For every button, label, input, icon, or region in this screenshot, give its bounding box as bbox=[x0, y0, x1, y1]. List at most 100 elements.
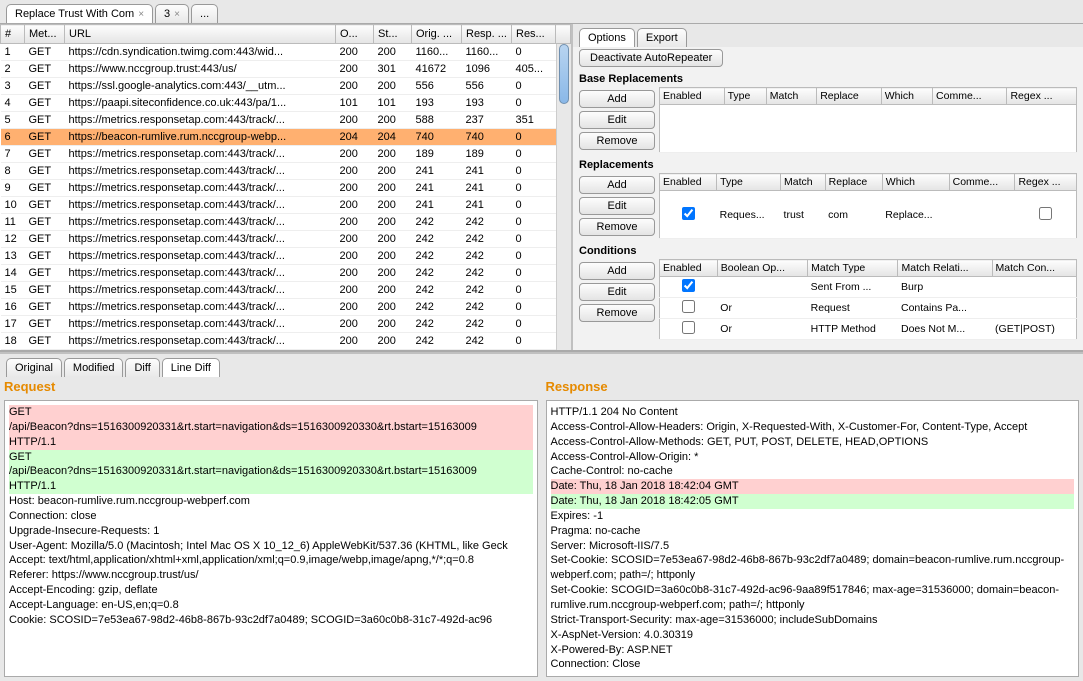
log-header[interactable]: # bbox=[1, 25, 25, 44]
col-header[interactable]: Type bbox=[724, 88, 766, 105]
col-header[interactable]: Comme... bbox=[933, 88, 1007, 105]
checkbox[interactable] bbox=[682, 207, 695, 220]
table-row[interactable]: 10GEThttps://metrics.responsetap.com:443… bbox=[1, 197, 571, 214]
cell: 200 bbox=[336, 180, 374, 197]
cell: GET bbox=[25, 146, 65, 163]
col-header[interactable]: Enabled bbox=[660, 174, 717, 191]
diff-tab-original[interactable]: Original bbox=[6, 358, 62, 377]
table-row[interactable]: 11GEThttps://metrics.responsetap.com:443… bbox=[1, 214, 571, 231]
config-tab-export[interactable]: Export bbox=[637, 28, 687, 47]
base-remove-button[interactable]: Remove bbox=[579, 132, 655, 150]
log-header[interactable]: Met... bbox=[25, 25, 65, 44]
top-tab-2[interactable]: ... bbox=[191, 4, 218, 23]
col-header[interactable]: Regex ... bbox=[1015, 174, 1077, 191]
repl-edit-button[interactable]: Edit bbox=[579, 197, 655, 215]
log-scrollbar[interactable] bbox=[556, 44, 571, 350]
col-header[interactable]: Regex ... bbox=[1007, 88, 1077, 105]
cond-remove-button[interactable]: Remove bbox=[579, 304, 655, 322]
col-header[interactable]: Boolean Op... bbox=[717, 260, 807, 277]
table-row[interactable]: 4GEThttps://paapi.siteconfidence.co.uk:4… bbox=[1, 95, 571, 112]
log-header[interactable]: Res... bbox=[512, 25, 556, 44]
response-diff-view[interactable]: HTTP/1.1 204 No ContentAccess-Control-Al… bbox=[546, 400, 1080, 677]
cell: 200 bbox=[336, 333, 374, 350]
cell: 7 bbox=[1, 146, 25, 163]
diff-line: /api/Beacon?dns=1516300920331&rt.start=n… bbox=[9, 464, 533, 479]
col-header[interactable]: Enabled bbox=[660, 88, 725, 105]
table-row[interactable]: 13GEThttps://metrics.responsetap.com:443… bbox=[1, 248, 571, 265]
table-row[interactable]: 16GEThttps://metrics.responsetap.com:443… bbox=[1, 299, 571, 316]
cell: https://cdn.syndication.twimg.com:443/wi… bbox=[65, 44, 336, 61]
cell: 241 bbox=[412, 180, 462, 197]
col-header[interactable]: Match bbox=[766, 88, 816, 105]
top-tab-0[interactable]: Replace Trust With Com× bbox=[6, 4, 153, 23]
col-header[interactable]: Match bbox=[781, 174, 826, 191]
cell: 2 bbox=[1, 61, 25, 78]
table-row[interactable]: 8GEThttps://metrics.responsetap.com:443/… bbox=[1, 163, 571, 180]
cell: https://metrics.responsetap.com:443/trac… bbox=[65, 146, 336, 163]
table-row[interactable]: 14GEThttps://metrics.responsetap.com:443… bbox=[1, 265, 571, 282]
checkbox[interactable] bbox=[682, 321, 695, 334]
log-header[interactable]: Orig. ... bbox=[412, 25, 462, 44]
top-tab-1[interactable]: 3× bbox=[155, 4, 189, 23]
cond-add-button[interactable]: Add bbox=[579, 262, 655, 280]
table-row[interactable]: 15GEThttps://metrics.responsetap.com:443… bbox=[1, 282, 571, 299]
cell: HTTP Method bbox=[808, 319, 898, 340]
log-header[interactable]: URL bbox=[65, 25, 336, 44]
close-icon[interactable]: × bbox=[174, 9, 180, 20]
table-row[interactable]: Sent From ...Burp bbox=[660, 277, 1077, 298]
base-edit-button[interactable]: Edit bbox=[579, 111, 655, 129]
col-header[interactable]: Comme... bbox=[949, 174, 1015, 191]
cell: GET bbox=[25, 129, 65, 146]
table-row[interactable]: OrRequestContains Pa... bbox=[660, 298, 1077, 319]
table-row[interactable]: 1GEThttps://cdn.syndication.twimg.com:44… bbox=[1, 44, 571, 61]
repl-remove-button[interactable]: Remove bbox=[579, 218, 655, 236]
table-row[interactable]: 17GEThttps://metrics.responsetap.com:443… bbox=[1, 316, 571, 333]
diff-tab-diff[interactable]: Diff bbox=[125, 358, 159, 377]
col-header[interactable]: Enabled bbox=[660, 260, 718, 277]
col-header[interactable]: Which bbox=[881, 88, 932, 105]
deactivate-button[interactable]: Deactivate AutoRepeater bbox=[579, 49, 723, 67]
table-row[interactable]: OrHTTP MethodDoes Not M...(GET|POST) bbox=[660, 319, 1077, 340]
base-replacements-table[interactable]: EnabledTypeMatchReplaceWhichComme...Rege… bbox=[659, 87, 1077, 153]
scroll-thumb[interactable] bbox=[559, 44, 569, 104]
cell: 0 bbox=[512, 197, 556, 214]
cell: 200 bbox=[336, 78, 374, 95]
table-row[interactable]: 7GEThttps://metrics.responsetap.com:443/… bbox=[1, 146, 571, 163]
cond-edit-button[interactable]: Edit bbox=[579, 283, 655, 301]
replacements-table[interactable]: EnabledTypeMatchReplaceWhichComme...Rege… bbox=[659, 173, 1077, 239]
log-header[interactable]: St... bbox=[374, 25, 412, 44]
table-row[interactable]: 12GEThttps://metrics.responsetap.com:443… bbox=[1, 231, 571, 248]
cell: 200 bbox=[336, 231, 374, 248]
request-log-table[interactable]: #Met...URLO...St...Orig. ...Resp. ...Res… bbox=[0, 24, 571, 350]
log-header[interactable]: O... bbox=[336, 25, 374, 44]
config-tab-options[interactable]: Options bbox=[579, 28, 635, 47]
base-add-button[interactable]: Add bbox=[579, 90, 655, 108]
repl-add-button[interactable]: Add bbox=[579, 176, 655, 194]
table-row[interactable]: 6GEThttps://beacon-rumlive.rum.nccgroup-… bbox=[1, 129, 571, 146]
col-header[interactable]: Type bbox=[717, 174, 781, 191]
table-row[interactable]: 18GEThttps://metrics.responsetap.com:443… bbox=[1, 333, 571, 350]
table-row[interactable]: Reques...trustcomReplace... bbox=[660, 191, 1077, 239]
checkbox[interactable] bbox=[682, 300, 695, 313]
checkbox[interactable] bbox=[682, 279, 695, 292]
request-diff-view[interactable]: GET/api/Beacon?dns=1516300920331&rt.star… bbox=[4, 400, 538, 677]
checkbox[interactable] bbox=[1039, 207, 1052, 220]
col-header[interactable]: Match Relati... bbox=[898, 260, 992, 277]
table-row[interactable]: 2GEThttps://www.nccgroup.trust:443/us/20… bbox=[1, 61, 571, 78]
log-header[interactable]: Resp. ... bbox=[462, 25, 512, 44]
col-header[interactable]: Replace bbox=[825, 174, 882, 191]
col-header[interactable]: Replace bbox=[817, 88, 882, 105]
table-row[interactable]: 5GEThttps://metrics.responsetap.com:443/… bbox=[1, 112, 571, 129]
cell: https://metrics.responsetap.com:443/trac… bbox=[65, 282, 336, 299]
cell: 0 bbox=[512, 265, 556, 282]
diff-tab-line-diff[interactable]: Line Diff bbox=[162, 358, 220, 377]
col-header[interactable]: Match Type bbox=[808, 260, 898, 277]
conditions-table[interactable]: EnabledBoolean Op...Match TypeMatch Rela… bbox=[659, 259, 1077, 340]
col-header[interactable]: Match Con... bbox=[992, 260, 1076, 277]
diff-line: X-AspNet-Version: 4.0.30319 bbox=[551, 628, 1075, 643]
close-icon[interactable]: × bbox=[138, 9, 144, 20]
table-row[interactable]: 3GEThttps://ssl.google-analytics.com:443… bbox=[1, 78, 571, 95]
table-row[interactable]: 9GEThttps://metrics.responsetap.com:443/… bbox=[1, 180, 571, 197]
diff-tab-modified[interactable]: Modified bbox=[64, 358, 124, 377]
col-header[interactable]: Which bbox=[882, 174, 949, 191]
